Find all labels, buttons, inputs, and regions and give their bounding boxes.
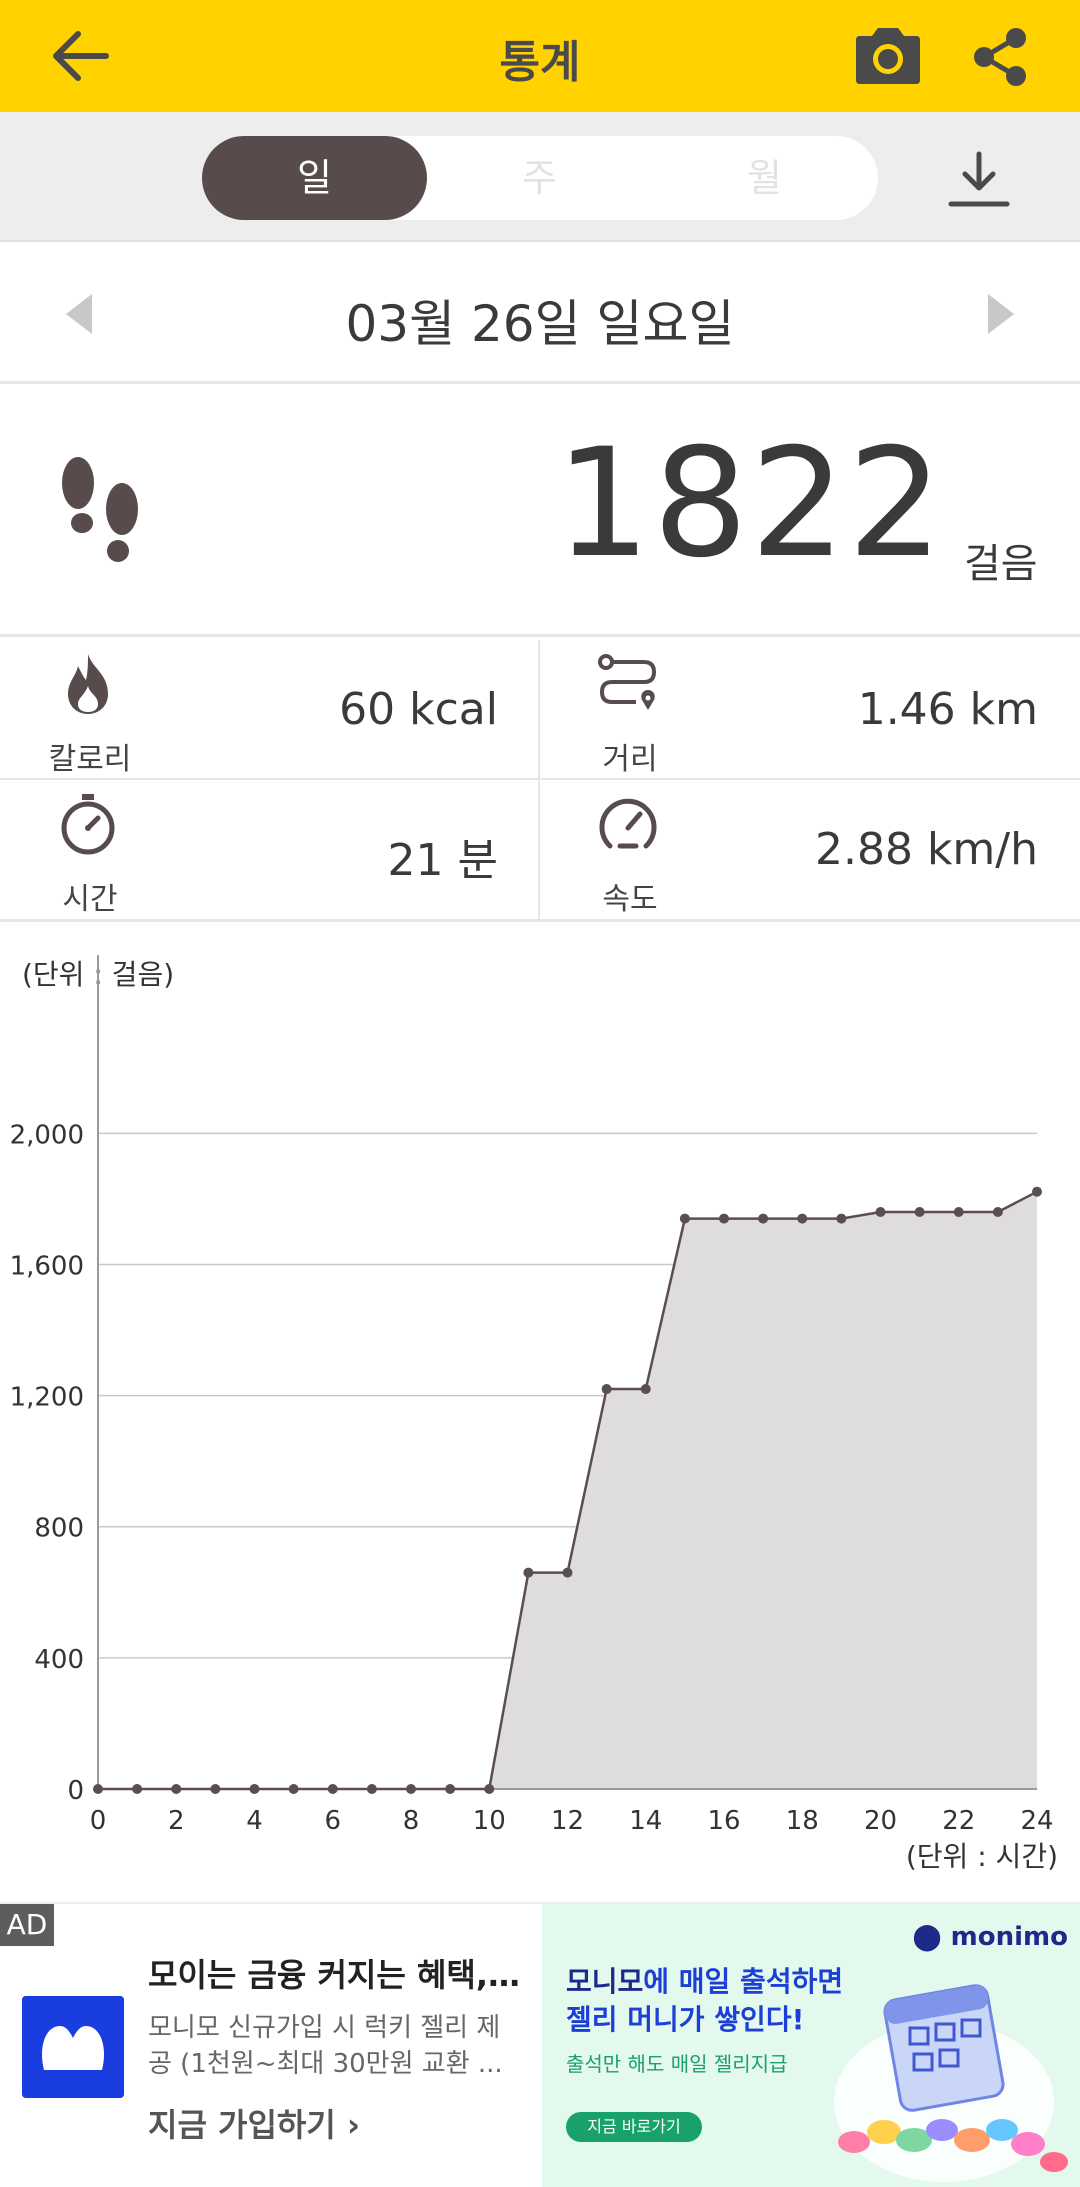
ad-body: 모니모 신규가입 시 럭키 젤리 제 공 (1천원~최대 30만원 교환 ... <box>148 2010 516 2082</box>
period-selector-bar: 일 주 월 <box>0 112 1080 242</box>
ad-image[interactable]: ⬤ monimo 모니모에 매일 출석하면 젤리 머니가 쌓인다! 출석만 해도… <box>542 1904 1080 2187</box>
distance-label: 거리 <box>602 742 658 777</box>
x-tick-label: 24 <box>1020 1806 1053 1836</box>
ad-cta-link[interactable]: 지금 가입하기 › <box>148 2100 360 2146</box>
data-point <box>93 1784 103 1794</box>
time-value: 21 분 <box>387 835 498 886</box>
data-point <box>132 1784 143 1794</box>
data-point <box>445 1784 456 1794</box>
y-tick-label: 400 <box>34 1645 84 1675</box>
data-point <box>836 1213 847 1224</box>
x-tick-label: 4 <box>246 1806 263 1836</box>
data-point <box>366 1784 377 1794</box>
steps-chart: (단위 : 걸음) 0 400 800 1,200 1,600 2,000 0 2 4 6 8 10 1… <box>0 925 1080 1900</box>
data-point <box>758 1213 769 1224</box>
share-icon[interactable] <box>970 26 1032 88</box>
data-point <box>992 1207 1003 1218</box>
tab-week[interactable]: 주 <box>427 136 652 220</box>
data-point <box>640 1384 651 1395</box>
date-navigator: 03월 26일 일요일 <box>0 244 1080 384</box>
data-point <box>484 1784 495 1794</box>
camera-icon[interactable] <box>852 26 924 86</box>
data-point <box>875 1207 886 1218</box>
distance-stat: 거리 1.46 km <box>540 640 1080 780</box>
ad-cta-text: 지금 가입하기 <box>148 2106 336 2144</box>
footprints-icon <box>62 457 138 562</box>
step-summary: 1822 걸음 <box>0 387 1080 637</box>
x-tick-label: 12 <box>551 1806 584 1836</box>
banner-title-line1: 모니모에 매일 출석하면 <box>566 1965 844 1998</box>
x-tick-label: 0 <box>90 1806 107 1836</box>
y-tick-label: 1,200 <box>10 1383 84 1413</box>
data-point <box>719 1213 729 1224</box>
calories-label: 칼로리 <box>48 742 132 777</box>
calories-stat: 칼로리 60 kcal <box>0 640 540 780</box>
app-bar: 통계 <box>0 0 1080 112</box>
x-tick-label: 22 <box>942 1806 975 1836</box>
period-segmented-control: 일 주 월 <box>202 136 878 220</box>
stats-grid: 칼로리 60 kcal 거리 1.46 km 시간 21 분 속도 2.88 k… <box>0 640 1080 922</box>
y-tick-label: 2,000 <box>10 1120 84 1150</box>
ad-body-line: 공 (1천원~최대 30만원 교환 ... <box>148 2049 503 2079</box>
speed-label: 속도 <box>602 882 658 917</box>
data-point <box>171 1784 182 1794</box>
speed-value: 2.88 km/h <box>814 824 1038 875</box>
ad-tag: AD <box>0 1904 54 1946</box>
route-icon <box>598 654 657 710</box>
x-tick-label: 18 <box>786 1806 819 1836</box>
data-point <box>562 1567 573 1578</box>
brand-logo: ⬤ monimo <box>912 1922 1069 1952</box>
current-date: 03월 26일 일요일 <box>345 295 735 353</box>
distance-value: 1.46 km <box>857 684 1038 735</box>
data-point <box>523 1567 534 1578</box>
banner-button[interactable]: 지금 바로가기 <box>566 2112 702 2142</box>
calendar-jelly-illustration <box>834 1984 1068 2182</box>
time-stat: 시간 21 분 <box>0 780 540 920</box>
ad-body-line: 모니모 신규가입 시 럭키 젤리 제 <box>148 2013 501 2043</box>
time-label: 시간 <box>62 882 118 917</box>
x-tick-label: 14 <box>629 1806 662 1836</box>
x-tick-label: 20 <box>864 1806 897 1836</box>
x-tick-label: 16 <box>707 1806 740 1836</box>
data-point <box>953 1207 964 1218</box>
area-fill <box>98 1191 1037 1789</box>
x-tick-label: 10 <box>473 1806 506 1836</box>
next-day-icon[interactable] <box>986 292 1016 336</box>
data-point <box>679 1213 690 1224</box>
y-tick-label: 800 <box>34 1514 84 1544</box>
chevron-right-icon: › <box>346 2106 361 2144</box>
x-tick-label: 2 <box>168 1806 185 1836</box>
tab-day[interactable]: 일 <box>202 136 427 220</box>
data-point <box>1032 1186 1042 1197</box>
stopwatch-icon <box>61 794 115 855</box>
ad-headline[interactable]: 모이는 금융 커지는 혜택, ... <box>148 1950 528 1996</box>
data-point <box>249 1784 260 1794</box>
speed-stat: 속도 2.88 km/h <box>540 780 1080 920</box>
calories-value: 60 kcal <box>339 684 498 735</box>
data-point <box>210 1784 221 1794</box>
download-icon[interactable] <box>948 150 1010 210</box>
data-point <box>327 1784 338 1794</box>
step-count: 1822 <box>555 417 945 591</box>
ad-banner[interactable]: AD 모이는 금융 커지는 혜택, ... 모니모 신규가입 시 럭키 젤리 제… <box>0 1902 1080 2187</box>
x-axis-unit: (단위 : 시간) <box>905 1840 1058 1873</box>
data-point <box>601 1384 612 1395</box>
x-tick-label: 6 <box>324 1806 341 1836</box>
x-tick-label: 8 <box>403 1806 420 1836</box>
data-point <box>914 1207 925 1218</box>
speedometer-icon <box>599 798 657 849</box>
step-unit: 걸음 <box>964 541 1038 587</box>
flame-icon <box>68 654 108 714</box>
banner-title-line2: 젤리 머니가 쌓인다! <box>566 2003 805 2036</box>
monimo-logo-icon <box>22 1996 124 2098</box>
tab-month[interactable]: 월 <box>652 136 877 220</box>
chart-canvas: 04008001,2001,6002,0000 2 4 6 8 10 12 14 16 18 20 2… <box>10 955 1054 1836</box>
banner-subtitle: 출석만 해도 매일 젤리지급 <box>566 2052 788 2076</box>
data-point <box>406 1784 416 1794</box>
y-tick-label: 1,600 <box>10 1251 84 1281</box>
data-point <box>288 1784 299 1794</box>
data-point <box>797 1213 808 1224</box>
y-tick-label: 0 <box>67 1776 84 1806</box>
